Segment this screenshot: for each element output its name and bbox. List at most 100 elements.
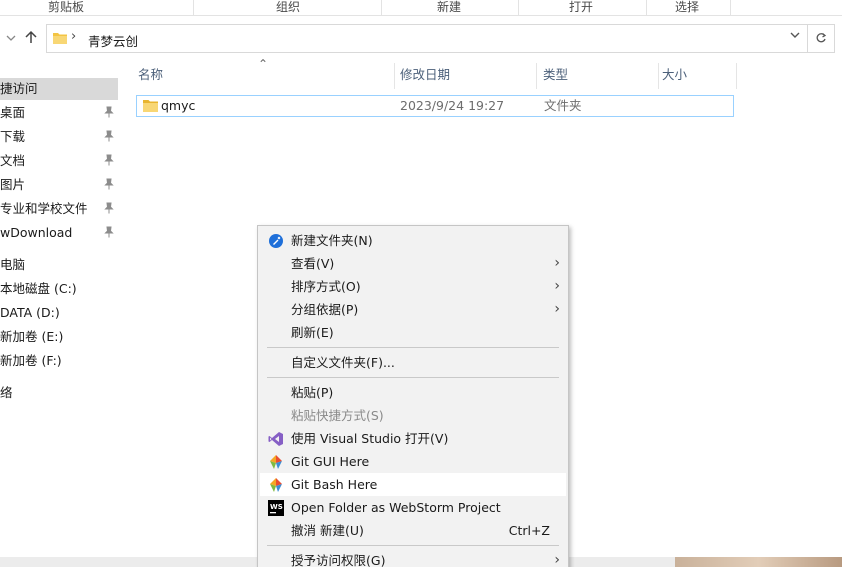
menu-item-sort-by[interactable]: 排序方式(O) › xyxy=(260,275,566,298)
sidebar-item-label: 电脑 xyxy=(0,257,26,272)
column-header-label: 名称 xyxy=(138,67,164,82)
menu-item-refresh[interactable]: 刷新(E) xyxy=(260,321,566,344)
menu-item-give-access-to[interactable]: 授予访问权限(G) › xyxy=(260,549,566,567)
ribbon-divider xyxy=(518,0,519,15)
menu-item-paste-shortcut: 粘贴快捷方式(S) xyxy=(260,404,566,427)
menu-item-open-as-webstorm-project[interactable]: WS Open Folder as WebStorm Project xyxy=(260,496,566,519)
sidebar-item-drive-c[interactable]: 本地磁盘 (C:) xyxy=(0,278,120,300)
ribbon-group-open: 打开 xyxy=(569,0,594,14)
pin-icon xyxy=(104,106,114,118)
column-header-name[interactable]: 名称 xyxy=(130,63,394,89)
ribbon-group-new: 新建 xyxy=(437,0,462,14)
chevron-right-icon: › xyxy=(554,552,560,567)
file-row-qmyc[interactable]: qmyc 2023/9/24 19:27 文件夹 xyxy=(136,95,734,117)
sidebar-item-school-files[interactable]: 专业和学校文件 xyxy=(0,198,120,220)
desktop-background-peek xyxy=(675,557,842,567)
sidebar-item-drive-d[interactable]: DATA (D:) xyxy=(0,302,120,324)
sidebar-item-wdownload[interactable]: wDownload xyxy=(0,222,120,244)
column-header-modified[interactable]: 修改日期 xyxy=(392,63,536,89)
sidebar-item-drive-f[interactable]: 新加卷 (F:) xyxy=(0,350,120,372)
menu-item-customize-folder[interactable]: 自定义文件夹(F)... xyxy=(260,351,566,374)
menu-item-paste[interactable]: 粘贴(P) xyxy=(260,381,566,404)
menu-item-label: 粘贴(P) xyxy=(291,385,334,400)
new-folder-icon xyxy=(269,234,283,248)
pin-icon xyxy=(104,154,114,166)
file-type: 文件夹 xyxy=(544,98,582,113)
ribbon-divider xyxy=(381,0,382,15)
column-header-label: 类型 xyxy=(543,67,569,82)
pin-icon xyxy=(104,178,114,190)
refresh-icon xyxy=(816,32,827,43)
column-header-label: 大小 xyxy=(662,67,688,82)
chevron-right-icon: › xyxy=(554,301,560,317)
menu-item-label: 刷新(E) xyxy=(291,325,334,340)
ribbon-group-select: 选择 xyxy=(675,0,700,14)
breadcrumb-chevron-icon[interactable]: › xyxy=(71,29,76,44)
sidebar-item-label: 专业和学校文件 xyxy=(0,201,88,216)
context-menu: 新建文件夹(N) 查看(V) › 排序方式(O) › 分组依据(P) › 刷新(… xyxy=(257,225,569,567)
sidebar-item-label: 络 xyxy=(0,385,13,400)
menu-item-undo-new[interactable]: 撤消 新建(U) Ctrl+Z xyxy=(260,519,566,542)
menu-item-shortcut: Ctrl+Z xyxy=(508,523,550,538)
sidebar-item-network[interactable]: 络 xyxy=(0,382,120,404)
sidebar-item-drive-e[interactable]: 新加卷 (E:) xyxy=(0,326,120,348)
menu-item-label: 新建文件夹(N) xyxy=(291,233,373,248)
up-button[interactable] xyxy=(22,30,40,50)
pin-icon xyxy=(104,202,114,214)
menu-item-label: 查看(V) xyxy=(291,256,335,271)
sidebar-item-desktop[interactable]: 桌面 xyxy=(0,102,120,124)
pin-icon xyxy=(104,130,114,142)
ribbon-divider xyxy=(730,0,731,15)
menu-separator xyxy=(267,377,559,378)
chevron-down-icon xyxy=(6,35,16,41)
column-divider[interactable] xyxy=(736,63,737,89)
sidebar-item-documents[interactable]: 文档 xyxy=(0,150,120,172)
folder-icon xyxy=(143,100,158,112)
chevron-right-icon: › xyxy=(554,278,560,294)
column-header-size[interactable]: 大小 xyxy=(654,63,734,89)
file-modified: 2023/9/24 19:27 xyxy=(400,98,505,113)
breadcrumb-path[interactable]: 青梦云创 xyxy=(88,31,138,50)
menu-item-git-bash-here[interactable]: Git Bash Here xyxy=(260,473,566,496)
menu-item-label: 分组依据(P) xyxy=(291,302,359,317)
sidebar-item-label: 图片 xyxy=(0,177,26,192)
sidebar-item-label: 下载 xyxy=(0,129,26,144)
git-bash-icon xyxy=(270,478,282,492)
recent-locations-button[interactable] xyxy=(2,30,20,50)
sidebar-item-label: DATA (D:) xyxy=(0,305,60,320)
sidebar-item-label: 文档 xyxy=(0,153,26,168)
folder-icon xyxy=(53,33,67,44)
menu-item-label: 自定义文件夹(F)... xyxy=(291,355,395,370)
column-header-type[interactable]: 类型 xyxy=(535,63,659,89)
sidebar-item-label: 本地磁盘 (C:) xyxy=(0,281,77,296)
menu-separator xyxy=(267,347,559,348)
menu-item-label: 粘贴快捷方式(S) xyxy=(291,408,384,423)
menu-item-new-folder[interactable]: 新建文件夹(N) xyxy=(260,229,566,252)
file-name: qmyc xyxy=(161,98,196,113)
sidebar-item-this-pc[interactable]: 电脑 xyxy=(0,254,120,276)
navigation-pane: 捷访问 桌面 下载 文档 图片 专业和学校文件 wDownload 电脑 本地磁… xyxy=(0,63,120,557)
menu-item-view[interactable]: 查看(V) › xyxy=(260,252,566,275)
refresh-button[interactable] xyxy=(808,24,835,53)
address-dropdown-button[interactable] xyxy=(789,29,801,45)
visual-studio-icon xyxy=(268,432,283,446)
menu-item-group-by[interactable]: 分组依据(P) › xyxy=(260,298,566,321)
menu-item-open-with-visual-studio[interactable]: 使用 Visual Studio 打开(V) xyxy=(260,427,566,450)
sidebar-item-quick-access[interactable]: 捷访问 xyxy=(0,78,118,100)
menu-item-label: 使用 Visual Studio 打开(V) xyxy=(291,431,449,446)
git-gui-icon xyxy=(270,455,282,469)
address-bar[interactable]: › 青梦云创 xyxy=(46,24,808,53)
sidebar-item-downloads[interactable]: 下载 xyxy=(0,126,120,148)
webstorm-icon: WS xyxy=(268,500,284,516)
ribbon-group-labels: 剪贴板 组织 新建 打开 选择 xyxy=(0,0,842,16)
arrow-up-icon xyxy=(25,30,37,43)
sidebar-item-label: 桌面 xyxy=(0,105,26,120)
menu-item-git-gui-here[interactable]: Git GUI Here xyxy=(260,450,566,473)
sidebar-item-pictures[interactable]: 图片 xyxy=(0,174,120,196)
menu-item-label: Git GUI Here xyxy=(291,454,370,469)
menu-separator xyxy=(267,545,559,546)
ribbon-divider xyxy=(193,0,194,15)
address-row: › 青梦云创 xyxy=(0,17,842,63)
sidebar-item-label: 捷访问 xyxy=(0,81,38,96)
ribbon-group-clipboard: 剪贴板 xyxy=(48,0,85,14)
